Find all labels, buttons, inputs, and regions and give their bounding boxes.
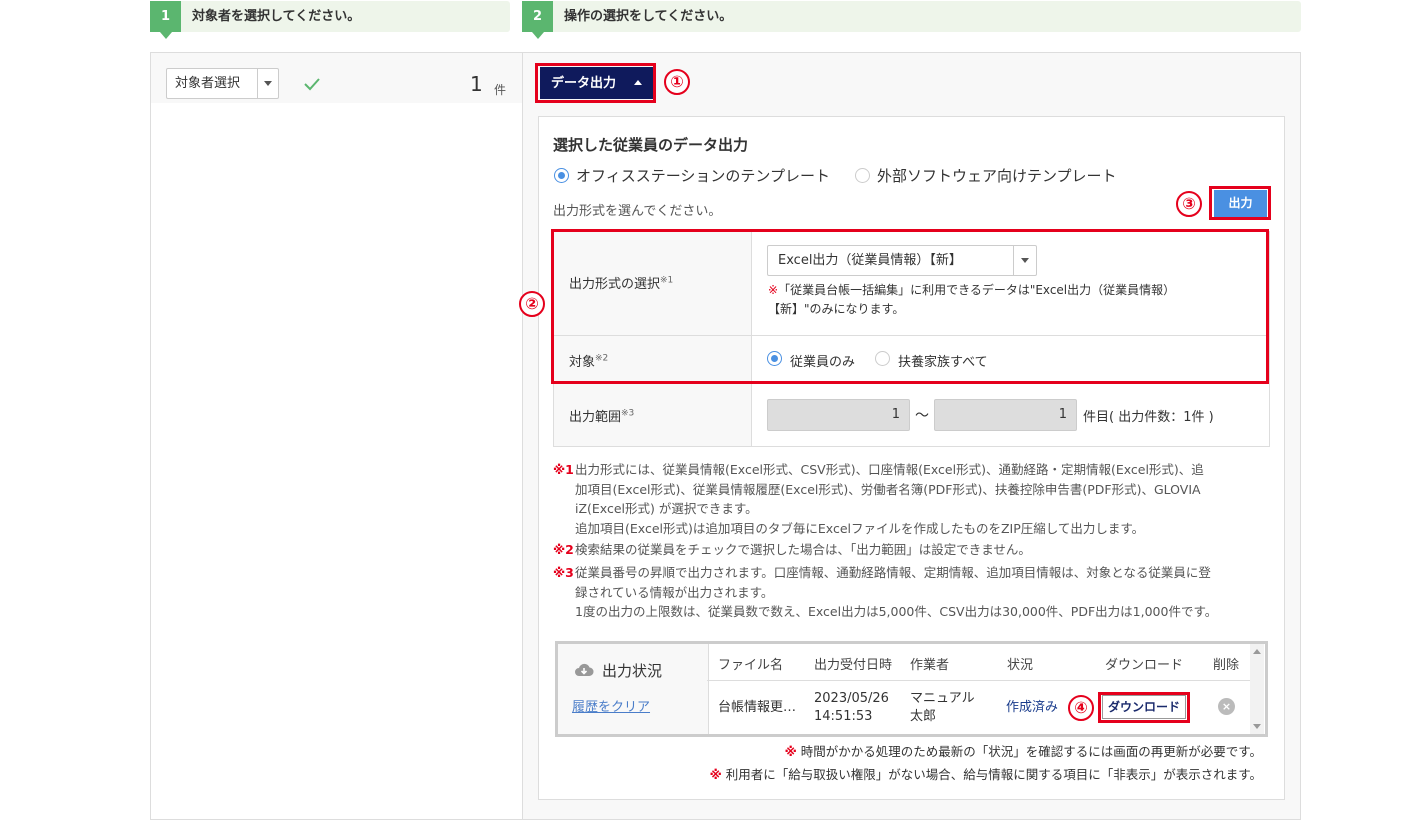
callout-4: ④ (1068, 695, 1094, 721)
scroll-up-icon[interactable] (1253, 649, 1261, 654)
download-button[interactable]: ダウンロード (1102, 695, 1186, 719)
cloud-download-icon (575, 663, 594, 677)
note-3-line: 従業員番号の昇順で出力されます。口座情報、通勤経路情報、定期情報、追加項目情報は… (575, 565, 1211, 580)
output-status-title: 出力状況 (602, 662, 663, 680)
output-button[interactable]: 出力 (1214, 190, 1267, 217)
radio-employees-only-label: 従業員のみ (790, 355, 856, 370)
target-select-label: 対象者選択 (175, 76, 241, 91)
step-1-number: 1 (150, 1, 181, 39)
footer-note-1: ※ 時間がかかる処理のため最新の「状況」を確認するには画面の再更新が必要です。 (785, 741, 1262, 760)
range-to-input[interactable]: 1 (934, 399, 1077, 431)
callout-2: ② (519, 291, 545, 317)
note-1-line: 出力形式には、従業員情報(Excel形式、CSV形式)、口座情報(Excel形式… (575, 462, 1204, 477)
note-2-body: 検索結果の従業員をチェックで選択した場合は、「出力範囲」は設定できません。 (575, 540, 1031, 560)
row-divider (554, 383, 1269, 384)
note-2-mark: ※2 (553, 542, 574, 557)
caret-up-icon (634, 80, 642, 85)
note-3-line: 1度の出力の上限数は、従業員数で数え、Excel出力は5,000件、CSV出力は… (575, 604, 1218, 619)
range-separator: ～ (915, 408, 929, 424)
row-worker-line1: マニュアル (910, 691, 975, 706)
range-label: 出力範囲※3 (569, 406, 634, 425)
note-3-line: 録されている情報が出力されます。 (575, 584, 774, 600)
format-label: 出力形式の選択※1 (569, 273, 673, 292)
radio-employees-only[interactable] (767, 351, 782, 366)
scroll-down-icon[interactable] (1253, 724, 1261, 729)
format-hint: 出力形式を選んでください。 (553, 204, 722, 219)
row-divider (554, 335, 1269, 336)
target-select[interactable]: 対象者選択 (166, 68, 279, 99)
radio-template-office[interactable] (554, 168, 569, 183)
clear-history-link[interactable]: 履歴をクリア (572, 696, 650, 715)
col-header-download: ダウンロード (1105, 658, 1184, 673)
callout-1: ① (664, 69, 690, 95)
target-label: 対象※2 (569, 351, 608, 370)
target-label-text: 対象 (569, 355, 596, 370)
note-1-mark: ※1 (553, 462, 574, 477)
step-2-header: 2 操作の選択をしてください。 (522, 1, 1301, 39)
note-2: ※2 検索結果の従業員をチェックで選択した場合は、「出力範囲」は設定できません。 (553, 540, 1031, 560)
radio-template-office-label: オフィスステーションのテンプレート (576, 167, 830, 185)
row-worker-line2: 太郎 (910, 709, 937, 724)
radio-template-external[interactable] (855, 168, 870, 183)
radio-all-dependents-label: 扶養家族すべて (898, 355, 988, 370)
section-title: 選択した従業員のデータ出力 (553, 136, 749, 154)
note-1-line: 追加項目(Excel形式)は追加項目のタブ毎にExcelファイルを作成したものを… (575, 520, 1145, 536)
footer-note-2-mark: ※ (709, 767, 722, 782)
row-time: 14:51:53 (814, 709, 873, 724)
chevron-down-icon[interactable] (257, 69, 278, 98)
row-date: 2023/05/26 (814, 691, 889, 706)
radio-template-external-label: 外部ソフトウェア向けテンプレート (877, 167, 1117, 185)
note-3: ※3 従業員番号の昇順で出力されます。口座情報、通勤経路情報、定期情報、追加項目… (553, 563, 1217, 619)
col-header-worker: 作業者 (910, 658, 950, 673)
selected-count: 1 (470, 72, 483, 96)
col-header-delete: 削除 (1213, 658, 1240, 673)
footer-note-2: ※ 利用者に「給与取扱い権限」がない場合、給与情報に関する項目に「非表示」が表示… (710, 764, 1262, 783)
target-label-note: ※2 (595, 353, 609, 364)
check-icon (304, 78, 320, 91)
target-panel (150, 52, 523, 820)
step-2-number: 2 (522, 1, 553, 39)
data-output-label: データ出力 (551, 75, 617, 90)
format-note: ※「従業員台帳一括編集」に利用できるデータは"Excel出力（従業員情報） 【新… (768, 281, 1238, 319)
col-header-status: 状況 (1007, 658, 1034, 673)
note-3-body: 従業員番号の昇順で出力されます。口座情報、通勤経路情報、定期情報、追加項目情報は… (575, 563, 1217, 622)
step-1-header: 1 対象者を選択してください。 (150, 1, 510, 39)
format-select[interactable]: Excel出力（従業員情報）【新】 (767, 245, 1037, 276)
footer-note-1-text: 時間がかかる処理のため最新の「状況」を確認するには画面の再更新が必要です。 (800, 744, 1262, 759)
selected-count-unit: 件 (494, 83, 507, 97)
format-label-text: 出力形式の選択 (569, 277, 661, 292)
format-select-value: Excel出力（従業員情報）【新】 (778, 253, 962, 268)
note-3-mark: ※3 (553, 565, 574, 580)
callout-3: ③ (1176, 191, 1202, 217)
delete-icon[interactable]: × (1218, 698, 1235, 715)
footer-note-1-mark: ※ (784, 744, 797, 759)
note-1-line: iZ(Excel形式) が選択できます。 (575, 501, 758, 516)
step-1-label: 対象者を選択してください。 (192, 9, 361, 24)
row-status: 作成済み (1006, 700, 1059, 715)
status-scrollbar[interactable] (1250, 644, 1264, 734)
note-1: ※1 出力形式には、従業員情報(Excel形式、CSV形式)、口座情報(Exce… (553, 460, 1204, 536)
footer-note-2-text: 利用者に「給与取扱い権限」がない場合、給与情報に関する項目に「非表示」が表示され… (725, 767, 1262, 782)
radio-all-dependents[interactable] (875, 351, 890, 366)
format-label-note: ※1 (660, 275, 674, 286)
format-note-line2: 【新】"のみになります。 (768, 302, 905, 316)
range-from-input[interactable]: 1 (767, 399, 910, 431)
output-status-sidebar: 出力状況 履歴をクリア (558, 644, 709, 734)
range-label-text: 出力範囲 (569, 410, 622, 425)
format-note-line1: 「従業員台帳一括編集」に利用できるデータは"Excel出力（従業員情報） (778, 283, 1176, 297)
range-count-note: 件目( 出力件数：1件 ) (1083, 410, 1214, 425)
data-output-button[interactable]: データ出力 (540, 67, 653, 99)
note-1-body: 出力形式には、従業員情報(Excel形式、CSV形式)、口座情報(Excel形式… (575, 460, 1204, 538)
table-header-divider (707, 680, 1250, 681)
format-note-mark: ※ (768, 283, 779, 297)
note-1-line: 加項目(Excel形式)、従業員情報履歴(Excel形式)、労働者名簿(PDF形… (575, 481, 1201, 497)
note-2-line: 検索結果の従業員をチェックで選択した場合は、「出力範囲」は設定できません。 (575, 542, 1031, 557)
row-file-name: 台帳情報更… (718, 700, 797, 715)
col-header-received: 出力受付日時 (814, 658, 893, 673)
chevron-down-icon[interactable] (1013, 246, 1036, 275)
range-label-note: ※3 (621, 408, 635, 419)
step-2-label: 操作の選択をしてください。 (564, 9, 733, 24)
col-header-file: ファイル名 (718, 658, 784, 673)
